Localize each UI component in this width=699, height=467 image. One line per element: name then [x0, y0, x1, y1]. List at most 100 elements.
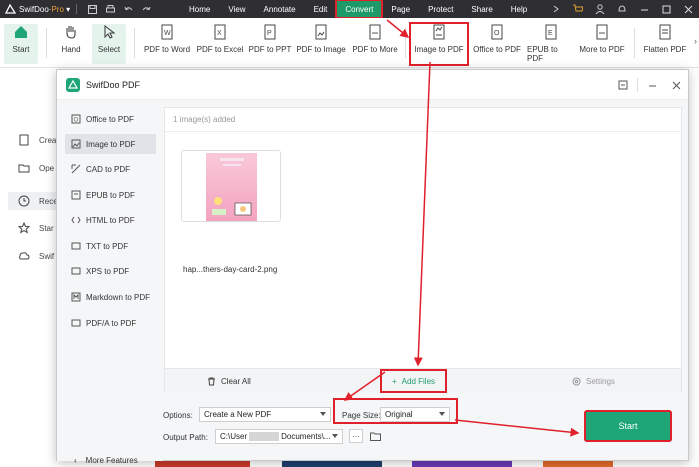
menu-share[interactable]: Share [462, 0, 501, 18]
divider [134, 28, 135, 58]
swifdoo-logo-icon [66, 77, 80, 92]
dialog-close-icon[interactable] [664, 70, 688, 100]
divider [634, 28, 635, 58]
side-html-to-pdf[interactable]: HTML to PDF [65, 210, 156, 230]
menu-convert[interactable]: Convert [335, 0, 384, 19]
image-to-pdf-icon [433, 24, 445, 40]
select-tool-label: Select [97, 45, 121, 54]
plus-icon: + [392, 376, 397, 386]
side-image-to-pdf-label: Image to PDF [86, 139, 136, 149]
redo-icon[interactable] [141, 4, 151, 14]
menu-help[interactable]: Help [502, 0, 536, 18]
save-icon[interactable] [87, 4, 97, 14]
start-button[interactable]: Start [584, 410, 672, 442]
chevron-down-icon [320, 412, 326, 416]
nav-starred-label: Star [39, 223, 54, 233]
more-to-pdf-tool[interactable]: More to PDF [579, 24, 625, 64]
side-markdown-to-pdf[interactable]: Markdown to PDF [65, 287, 156, 307]
pdf-to-ppt-label: PDF to PPT [248, 45, 292, 54]
flatten-pdf-tool[interactable]: Flatten PDF [642, 24, 688, 64]
minimize-icon[interactable] [633, 0, 655, 18]
hand-tool[interactable]: Hand [56, 24, 86, 64]
ribbon-scroll-right-icon[interactable]: › [694, 36, 697, 46]
svg-text:X: X [217, 30, 222, 37]
menu-home[interactable]: Home [180, 0, 219, 18]
side-pdfa-to-pdf[interactable]: PDF/A to PDF [65, 313, 156, 333]
menu-edit[interactable]: Edit [305, 0, 337, 18]
menu-view[interactable]: View [219, 0, 254, 18]
epub-icon [71, 190, 81, 200]
browse-button[interactable]: ··· [349, 429, 363, 443]
dialog-title: SwifDoo PDF [86, 79, 141, 90]
app-name[interactable]: SwifDoo·Pro ▾ [19, 5, 70, 14]
quick-access [87, 4, 151, 14]
more-icon[interactable] [545, 0, 567, 18]
clear-all-button[interactable]: Clear All [207, 369, 251, 393]
side-xps-to-pdf[interactable]: XPS to PDF [65, 261, 156, 281]
settings-button[interactable]: Settings [572, 369, 615, 393]
pdf-to-excel-tool[interactable]: X PDF to Excel [196, 24, 244, 64]
pdf-to-excel-label: PDF to Excel [196, 45, 244, 54]
side-cad-to-pdf[interactable]: CAD to PDF [65, 159, 156, 179]
divider [76, 4, 78, 14]
home-icon [15, 26, 27, 38]
dialog-window-controls [611, 70, 688, 100]
menu-protect[interactable]: Protect [419, 0, 462, 18]
menu-annotate[interactable]: Annotate [255, 0, 305, 18]
ribbon: Start Hand Select W PDF to Word X PDF to… [0, 18, 699, 68]
side-markdown-to-pdf-label: Markdown to PDF [86, 292, 151, 302]
file-thumbnail [206, 153, 257, 221]
nav-open[interactable]: Ope [18, 162, 54, 174]
select-tool[interactable]: Select [92, 24, 126, 64]
dialog-minimize-icon[interactable] [640, 70, 664, 100]
side-epub-to-pdf[interactable]: EPUB to PDF [65, 185, 156, 205]
office-icon: O [71, 114, 81, 124]
pdf-to-image-tool[interactable]: PDF to Image [295, 24, 347, 64]
browse-label: ··· [352, 431, 360, 441]
pdf-to-more-tool[interactable]: PDF to More [351, 24, 399, 64]
start-tool[interactable]: Start [4, 24, 38, 64]
side-image-to-pdf[interactable]: Image to PDF [65, 134, 156, 154]
clear-all-label: Clear All [221, 376, 251, 386]
image-to-pdf-tool[interactable]: Image to PDF [409, 22, 469, 66]
nav-create[interactable]: Crea [18, 134, 56, 146]
maximize-icon[interactable] [655, 0, 677, 18]
print-icon[interactable] [105, 4, 115, 14]
svg-text:P: P [267, 30, 272, 37]
page-size-select[interactable]: Original [380, 407, 450, 422]
pdf-to-image-icon [315, 24, 327, 40]
side-office-to-pdf[interactable]: O Office to PDF [65, 109, 156, 129]
add-files-button[interactable]: + Add Files [380, 369, 448, 393]
side-cad-to-pdf-label: CAD to PDF [86, 164, 131, 174]
image-to-pdf-label: Image to PDF [414, 45, 464, 54]
more-features-link[interactable]: ‹ More Features [74, 456, 138, 465]
epub-to-pdf-tool[interactable]: E EPUB to PDF [527, 24, 575, 64]
undo-icon[interactable] [123, 4, 133, 14]
trash-icon [208, 377, 215, 385]
page-size-value: Original [385, 410, 413, 419]
close-icon[interactable] [677, 0, 699, 18]
user-icon[interactable] [589, 0, 611, 18]
menu-page[interactable]: Page [382, 0, 419, 18]
svg-text:W: W [164, 30, 171, 37]
cart-icon[interactable] [567, 0, 589, 18]
nav-cloud-label: Swif [39, 251, 55, 261]
hand-tool-label: Hand [61, 45, 81, 54]
pdf-to-image-label: PDF to Image [296, 45, 346, 54]
start-tool-label: Start [12, 45, 30, 54]
pdf-to-word-tool[interactable]: W PDF to Word [142, 24, 192, 64]
side-txt-to-pdf[interactable]: TXT to PDF [65, 236, 156, 256]
office-to-pdf-tool[interactable]: O Office to PDF [471, 24, 523, 64]
open-folder-button[interactable] [368, 429, 382, 443]
nav-cloud[interactable]: Swif [18, 250, 54, 262]
file-thumbnail-card[interactable] [181, 150, 281, 222]
hand-icon [66, 26, 76, 39]
options-select[interactable]: Create a New PDF [199, 407, 331, 422]
file-list-footer: Clear All + Add Files Settings [165, 368, 681, 393]
image-count-text: 1 image(s) added [173, 115, 236, 124]
bell-icon[interactable] [611, 0, 633, 18]
nav-starred[interactable]: Star [18, 222, 54, 234]
pdf-to-ppt-tool[interactable]: P PDF to PPT [248, 24, 292, 64]
output-path-select[interactable]: C:\User Documents\... [215, 429, 343, 444]
pin-icon[interactable] [611, 70, 635, 100]
